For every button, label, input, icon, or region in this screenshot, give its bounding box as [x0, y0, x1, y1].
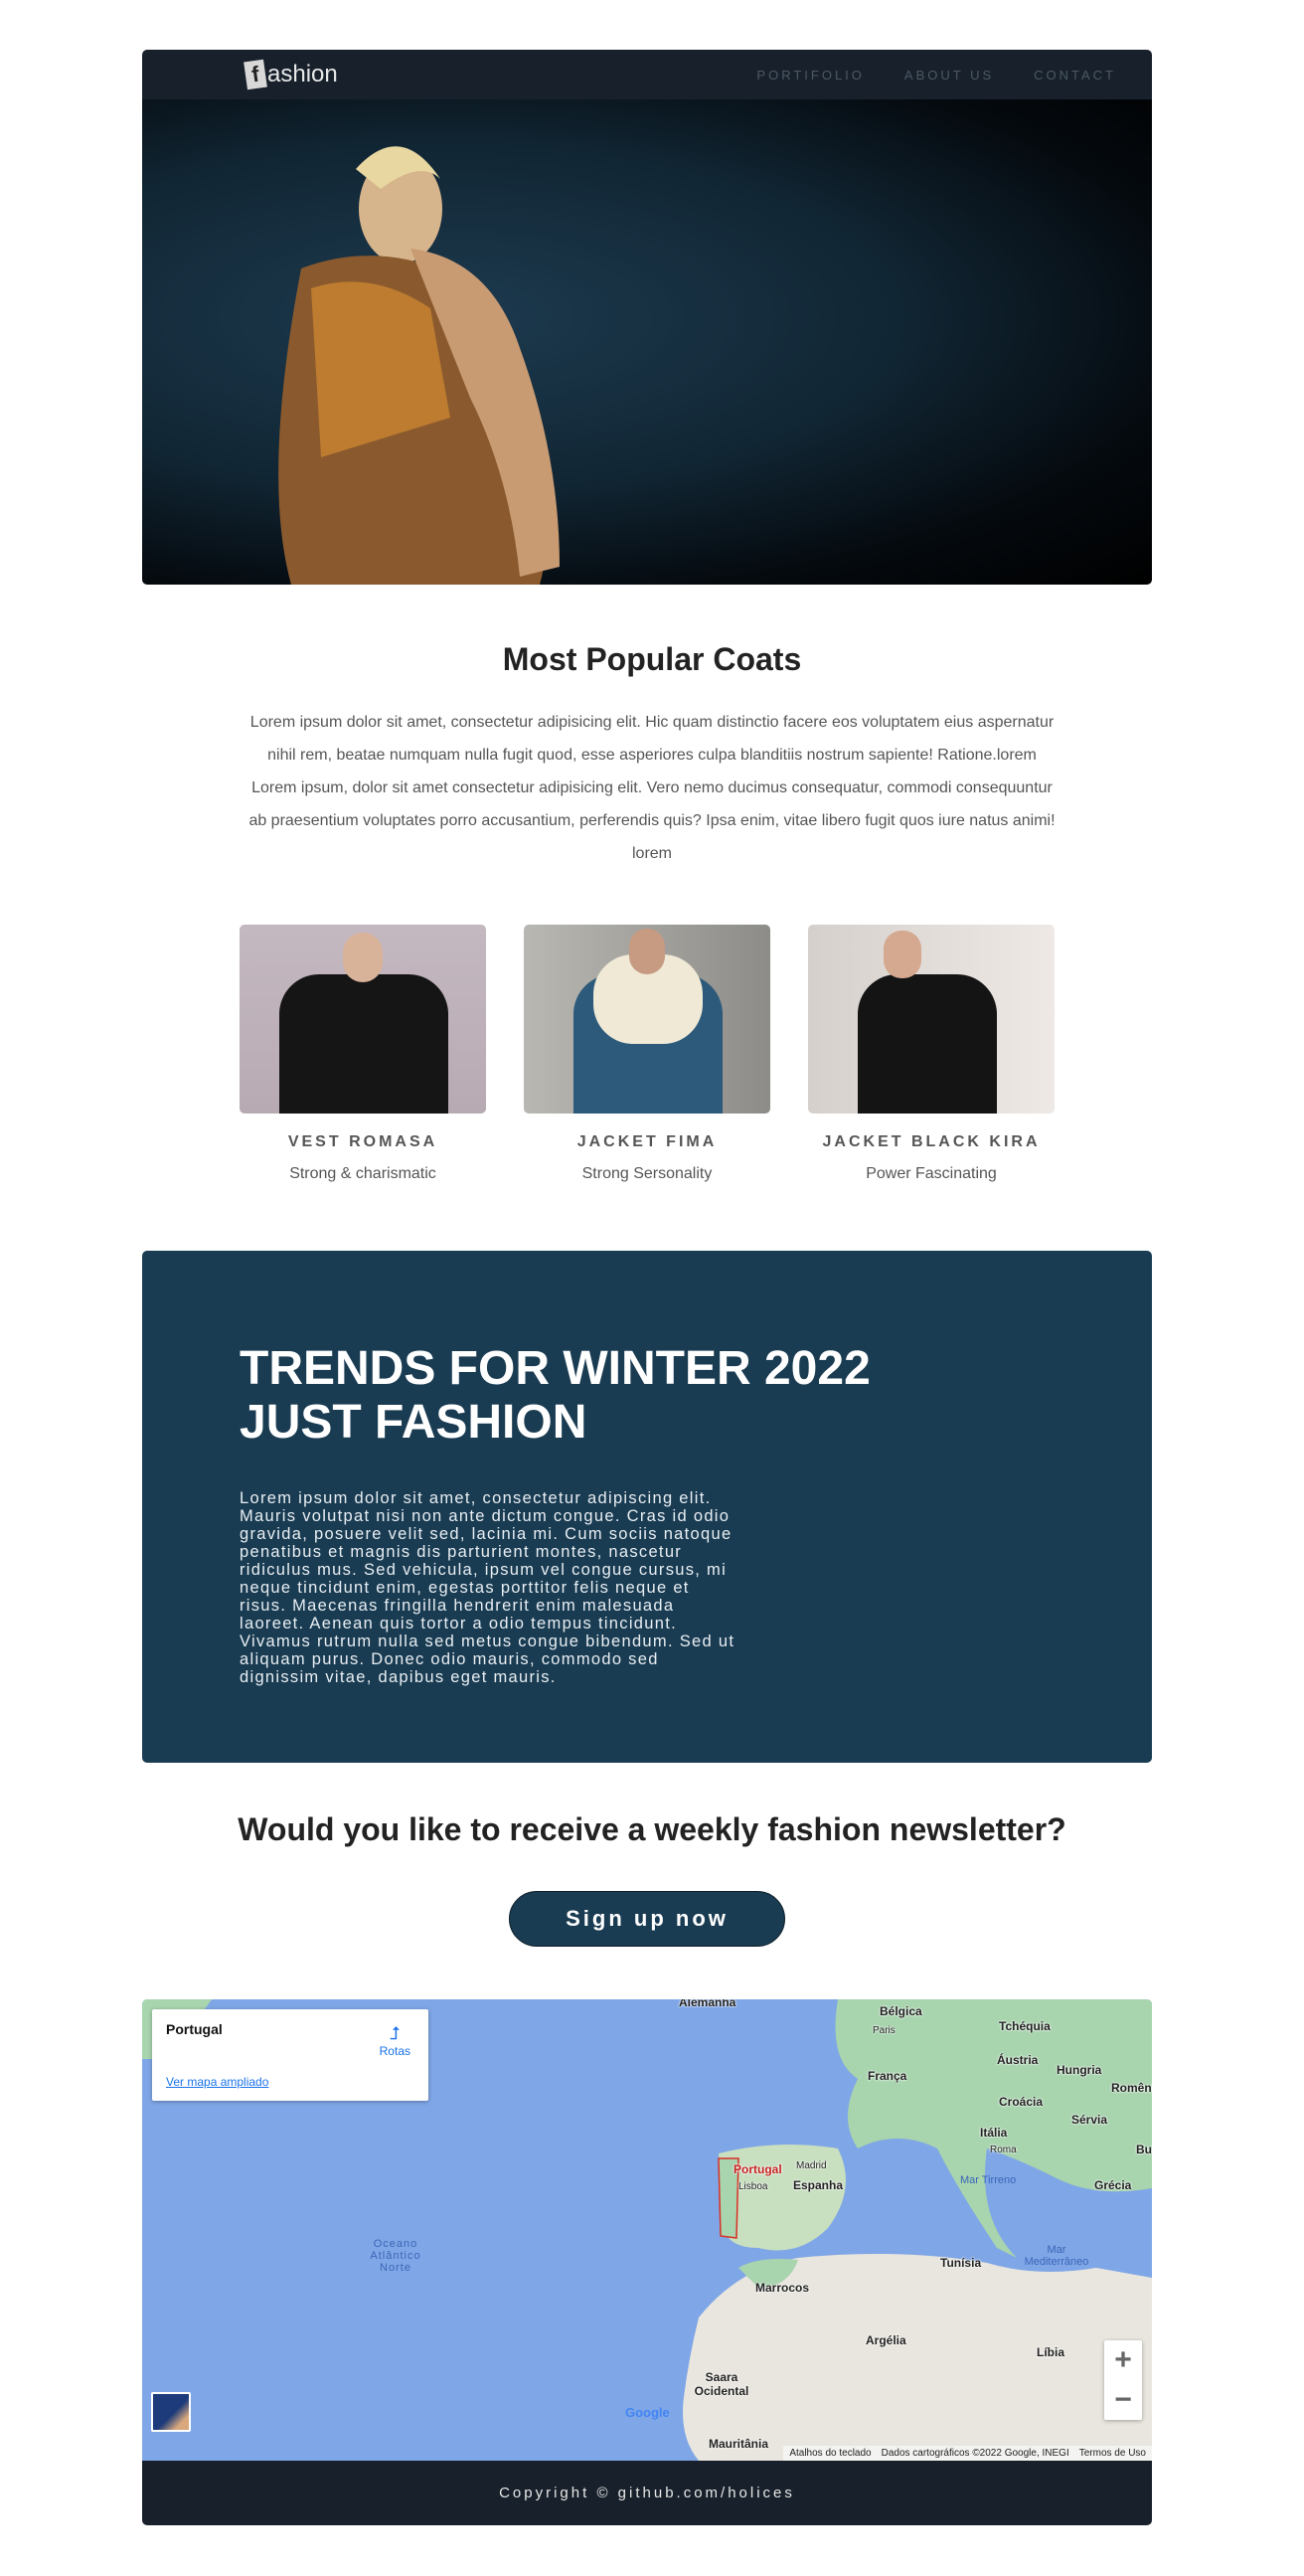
- directions-button[interactable]: ⮥ Rotas: [380, 2023, 410, 2058]
- map-info-card: Portugal ⮥ Rotas Ver mapa ampliado: [152, 2009, 428, 2101]
- map-label: Grécia: [1094, 2178, 1132, 2192]
- product-tagline: Power Fascinating: [866, 1165, 997, 1182]
- product-name: VEST ROMASA: [287, 1133, 438, 1150]
- product-image: [808, 925, 1055, 1114]
- product-tagline: Strong Sersonality: [581, 1165, 713, 1182]
- product-image: [524, 925, 770, 1114]
- sea-label: Oceano Atlântico Norte: [370, 2238, 421, 2274]
- sign-up-button[interactable]: Sign up now: [509, 1891, 785, 1947]
- satellite-toggle[interactable]: [151, 2392, 191, 2432]
- logo[interactable]: f ashion: [244, 59, 338, 90]
- copyright-text: Copyright © github.com/holices: [499, 2485, 795, 2501]
- keyboard-shortcuts-link[interactable]: Atalhos do teclado: [789, 2448, 871, 2459]
- map-label: Tchéquia: [999, 2019, 1051, 2033]
- map-label: Saara Ocidental: [694, 2370, 749, 2398]
- map-data-credit: Dados cartográficos ©2022 Google, INEGI: [881, 2448, 1069, 2459]
- newsletter-heading: Would you like to receive a weekly fashi…: [238, 1811, 1066, 1847]
- map-label: Sérvia: [1071, 2113, 1108, 2127]
- trends-heading-line1: TRENDS FOR WINTER 2022: [240, 1342, 871, 1395]
- map-label: Romênia: [1111, 2081, 1152, 2095]
- view-larger-map-link[interactable]: Ver mapa ampliado: [166, 2075, 268, 2089]
- product-name: JACKET BLACK KIRA: [822, 1133, 1041, 1150]
- trends-heading-line2: JUST FASHION: [240, 1396, 587, 1449]
- nav-about-us[interactable]: ABOUT US: [904, 68, 994, 83]
- nav-portfolio[interactable]: PORTIFOLIO: [756, 68, 865, 83]
- map-label: Espanha: [793, 2178, 844, 2192]
- trends-text: Lorem ipsum dolor sit amet, consectetur …: [240, 1489, 735, 1686]
- trends-section: TRENDS FOR WINTER 2022 JUST FASHION Lorem…: [142, 1251, 1152, 1763]
- map-label: Alemanha: [679, 1999, 736, 2009]
- nav-contact[interactable]: CONTACT: [1034, 68, 1116, 83]
- place-name: Portugal: [166, 2021, 223, 2037]
- map-label: Mauritânia: [709, 2437, 769, 2451]
- zoom-controls: + −: [1104, 2340, 1142, 2420]
- google-logo: Google: [625, 2405, 670, 2420]
- logo-mark: f: [244, 59, 267, 90]
- zoom-out-button[interactable]: −: [1104, 2380, 1142, 2420]
- top-nav: f ashion PORTIFOLIO ABOUT US CONTACT: [142, 50, 1152, 99]
- map-label: Croácia: [999, 2095, 1044, 2109]
- map-label: Bulgária: [1136, 2143, 1152, 2156]
- product-card[interactable]: JACKET BLACK KIRA Power Fascinating: [808, 925, 1055, 1183]
- directions-label: Rotas: [379, 2044, 410, 2058]
- product-image: [240, 925, 486, 1114]
- map-label: Áustria: [997, 2053, 1039, 2067]
- map-attribution: Atalhos do teclado Dados cartográficos ©…: [783, 2446, 1152, 2461]
- footer: Copyright © github.com/holices: [142, 2461, 1152, 2525]
- product-tagline: Strong & charismatic: [289, 1165, 436, 1182]
- map-label: Itália: [980, 2126, 1008, 2140]
- map-label: Bélgica: [880, 2004, 922, 2018]
- sea-label: Mar Tirreno: [960, 2174, 1017, 2186]
- map-label: França: [868, 2069, 907, 2083]
- terms-link[interactable]: Termos de Uso: [1079, 2448, 1146, 2459]
- map-label: Roma: [990, 2145, 1017, 2155]
- hero-image: [142, 99, 1152, 585]
- product-card[interactable]: VEST ROMASA Strong & charismatic: [240, 925, 486, 1183]
- intro-text: Lorem ipsum dolor sit amet, consectetur …: [248, 714, 1056, 862]
- map-label: Argélia: [866, 2333, 906, 2347]
- map-label: Portugal: [734, 2162, 782, 2176]
- map-label: Madrid: [796, 2160, 827, 2171]
- map-label: Paris: [873, 2025, 896, 2036]
- map-label: Líbia: [1037, 2345, 1065, 2359]
- product-name: JACKET FIMA: [576, 1133, 718, 1150]
- map-label: Lisboa: [738, 2181, 768, 2192]
- sea-label: Mar Mediterrâneo: [1024, 2244, 1089, 2268]
- map-embed[interactable]: Alemanha Bélgica Paris Tchéquia França Á…: [142, 1999, 1152, 2461]
- map-label: Hungria: [1057, 2063, 1102, 2077]
- trends-heading: TRENDS FOR WINTER 2022 JUST FASHION: [240, 1342, 1055, 1450]
- model-illustration: [278, 146, 560, 585]
- directions-icon: ⮥: [390, 2023, 401, 2043]
- map-label: Tunísia: [940, 2256, 982, 2270]
- product-card[interactable]: JACKET FIMA Strong Sersonality: [524, 925, 770, 1183]
- map-label: Marrocos: [755, 2281, 810, 2295]
- logo-text: ashion: [267, 61, 338, 87]
- section-title: Most Popular Coats: [502, 641, 802, 677]
- zoom-in-button[interactable]: +: [1104, 2340, 1142, 2380]
